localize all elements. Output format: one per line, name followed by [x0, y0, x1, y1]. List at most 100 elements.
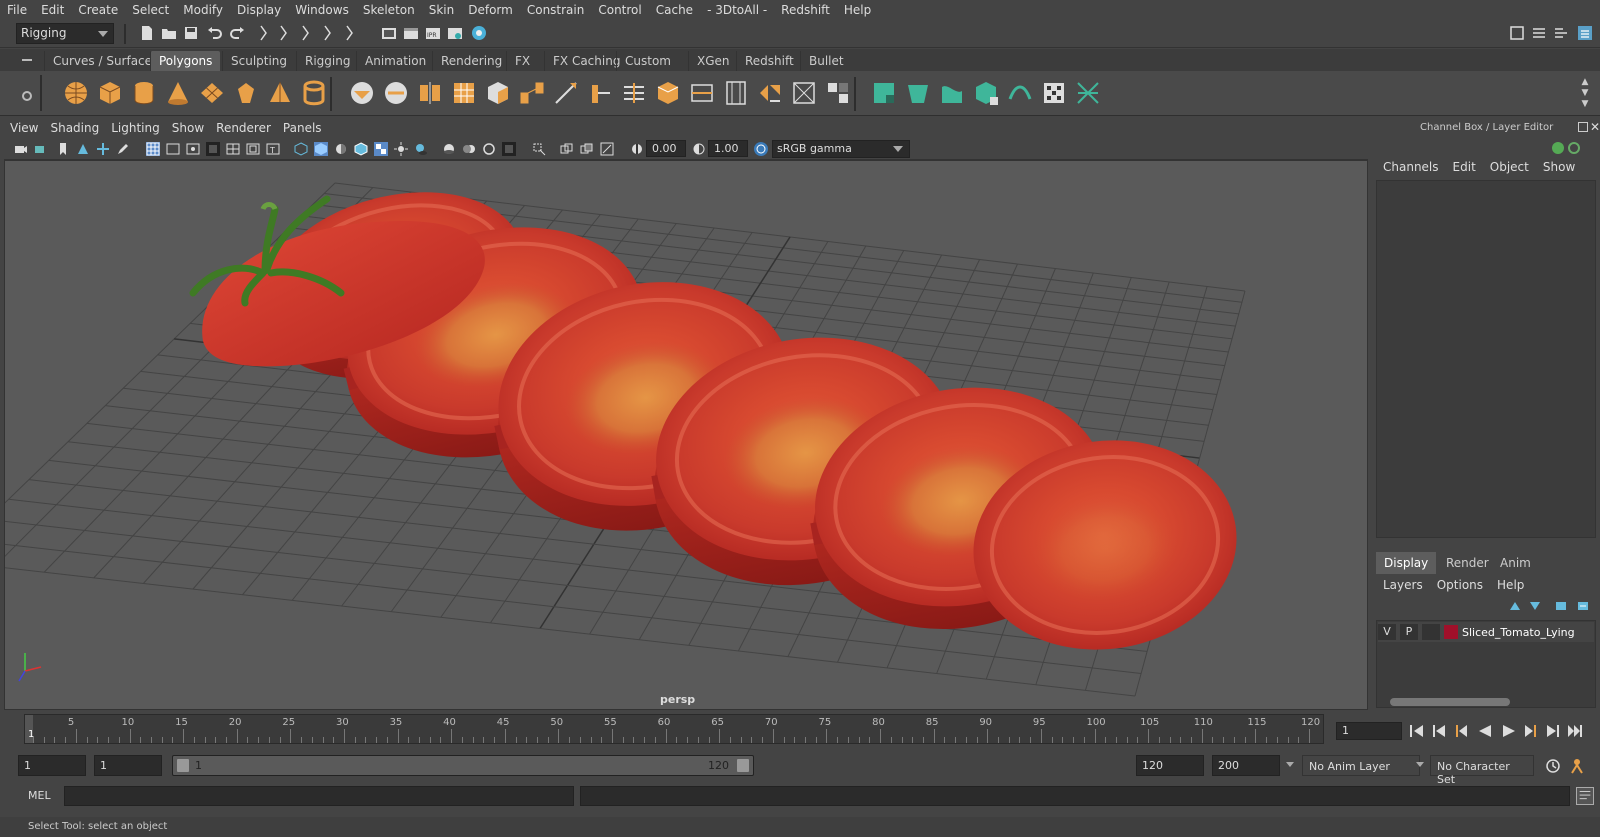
layer-row[interactable]: V P Sliced_Tomato_Lying: [1378, 622, 1594, 642]
script-editor-icon[interactable]: [1576, 787, 1594, 805]
anti-aliasing-icon[interactable]: [482, 142, 496, 156]
redo-icon[interactable]: [228, 24, 246, 42]
resolution-gate-icon[interactable]: [186, 142, 200, 156]
open-scene-icon[interactable]: [160, 24, 178, 42]
play-backwards-icon[interactable]: [1476, 722, 1494, 740]
panel-menu-view[interactable]: View: [4, 121, 44, 135]
layer-menu-layers[interactable]: Layers: [1376, 578, 1430, 592]
uv-editor-icon[interactable]: [790, 79, 818, 107]
chevron-down-icon[interactable]: [1286, 762, 1294, 767]
layer-tab-render[interactable]: Render: [1438, 552, 1497, 574]
new-scene-icon[interactable]: [138, 24, 156, 42]
mash-curve-icon[interactable]: [938, 79, 966, 107]
mash-instancer-icon[interactable]: [972, 79, 1000, 107]
time-slider-track[interactable]: 1 5 10 15 20 25 30 35 40 45 50 55 60 65 70 75 80 85 90 95 1…: [24, 714, 1324, 744]
depth-of-field-icon[interactable]: [502, 142, 516, 156]
panel-menu-lighting[interactable]: Lighting: [105, 121, 166, 135]
shelf-tab-sculpting[interactable]: Sculpting: [222, 51, 295, 71]
exposure-icon[interactable]: [630, 142, 644, 156]
layer-menu-help[interactable]: Help: [1490, 578, 1531, 592]
script-language-toggle[interactable]: MEL: [28, 789, 51, 802]
safe-title-icon[interactable]: T: [266, 142, 280, 156]
shelf-tab-custom[interactable]: Custom: [616, 51, 679, 71]
rotate-tool-icon[interactable]: [1568, 142, 1580, 154]
wireframe-on-shaded-icon[interactable]: [354, 142, 368, 156]
shelf-scroll-icon[interactable]: ▲ ▼ ▼: [1580, 77, 1590, 111]
layer-playback-toggle[interactable]: P: [1400, 624, 1418, 640]
shelf-tab-animation[interactable]: Animation: [356, 51, 434, 71]
menu-file[interactable]: File: [0, 3, 34, 17]
xray-joints-icon[interactable]: [580, 142, 594, 156]
menu-windows[interactable]: Windows: [288, 3, 356, 17]
poly-cylinder-icon[interactable]: [130, 79, 158, 107]
poly-pipe-icon[interactable]: [300, 79, 328, 107]
grid-toggle-icon[interactable]: [146, 142, 160, 156]
modeling-toolkit-icon[interactable]: [1508, 24, 1526, 42]
edge-loop-icon[interactable]: [620, 79, 648, 107]
step-back-key-icon[interactable]: [1452, 722, 1470, 740]
cylindrical-uv-icon[interactable]: [722, 79, 750, 107]
channel-box-menu-channels[interactable]: Channels: [1376, 160, 1446, 174]
camera-attributes-icon[interactable]: [34, 142, 48, 156]
smooth-icon[interactable]: [450, 79, 478, 107]
shelf-tab-polygons[interactable]: Polygons: [150, 51, 221, 71]
color-management-icon[interactable]: [754, 142, 768, 156]
mirror-icon[interactable]: [416, 79, 444, 107]
animation-start-field[interactable]: 1: [18, 755, 86, 776]
shelf-tab-fx[interactable]: FX: [506, 51, 538, 71]
smooth-shade-icon[interactable]: [314, 142, 328, 156]
mash-network-icon[interactable]: [1074, 79, 1102, 107]
go-to-end-icon[interactable]: [1566, 722, 1584, 740]
default-material-icon[interactable]: [334, 142, 348, 156]
poly-torus-icon[interactable]: [232, 79, 260, 107]
bookmark-icon[interactable]: [56, 142, 70, 156]
planar-uv-icon[interactable]: [688, 79, 716, 107]
soft-select-icon[interactable]: [824, 79, 852, 107]
bevel-icon[interactable]: [654, 79, 682, 107]
close-icon[interactable]: ✕: [1590, 120, 1600, 134]
ipr-render-icon[interactable]: IPR: [424, 24, 442, 42]
menu-create[interactable]: Create: [71, 3, 125, 17]
shelf-tab-rendering[interactable]: Rendering: [432, 51, 510, 71]
channel-box-area[interactable]: [1376, 180, 1596, 538]
current-frame-field[interactable]: 1: [1336, 722, 1402, 740]
use-all-lights-icon[interactable]: [394, 142, 408, 156]
view-transform-dropdown[interactable]: sRGB gamma: [772, 140, 910, 158]
chevron-down-icon[interactable]: [1416, 762, 1424, 767]
step-back-icon[interactable]: [1430, 722, 1448, 740]
poly-sphere-icon[interactable]: [62, 79, 90, 107]
shadows-icon[interactable]: [414, 142, 428, 156]
render-view-icon[interactable]: [380, 24, 398, 42]
wireframe-icon[interactable]: [294, 142, 308, 156]
layer-display-type-toggle[interactable]: [1422, 624, 1440, 640]
textured-icon[interactable]: [374, 142, 388, 156]
channel-box-icon[interactable]: [1576, 24, 1594, 42]
panel-menu-show[interactable]: Show: [166, 121, 210, 135]
snap-curve-icon[interactable]: [340, 24, 358, 42]
new-layer-icon[interactable]: [1554, 600, 1568, 612]
menu-skeleton[interactable]: Skeleton: [356, 3, 422, 17]
menu-skin[interactable]: Skin: [422, 3, 462, 17]
select-hierarchy-icon[interactable]: [254, 24, 272, 42]
shelf-tab-rigging[interactable]: Rigging: [296, 51, 358, 71]
shelf-tab-bullet[interactable]: Bullet: [800, 51, 852, 71]
automatic-uv-icon[interactable]: [756, 79, 784, 107]
mash-create-icon[interactable]: [870, 79, 898, 107]
menu-redshift[interactable]: Redshift: [774, 3, 837, 17]
target-weld-icon[interactable]: [586, 79, 614, 107]
panel-menu-shading[interactable]: Shading: [44, 121, 105, 135]
range-slider[interactable]: 1 120: [172, 755, 754, 776]
float-panel-icon[interactable]: [1578, 122, 1588, 132]
poly-plane-icon[interactable]: [198, 79, 226, 107]
xray-icon[interactable]: [560, 142, 574, 156]
render-frame-icon[interactable]: [402, 24, 420, 42]
image-plane-icon[interactable]: [76, 142, 90, 156]
undo-icon[interactable]: [206, 24, 224, 42]
panel-menu-panels[interactable]: Panels: [277, 121, 328, 135]
isolate-select-icon[interactable]: [532, 142, 546, 156]
save-scene-icon[interactable]: [182, 24, 200, 42]
safe-action-icon[interactable]: [246, 142, 260, 156]
hypershade-icon[interactable]: [470, 24, 488, 42]
menu-control[interactable]: Control: [591, 3, 648, 17]
command-input[interactable]: [64, 786, 574, 806]
